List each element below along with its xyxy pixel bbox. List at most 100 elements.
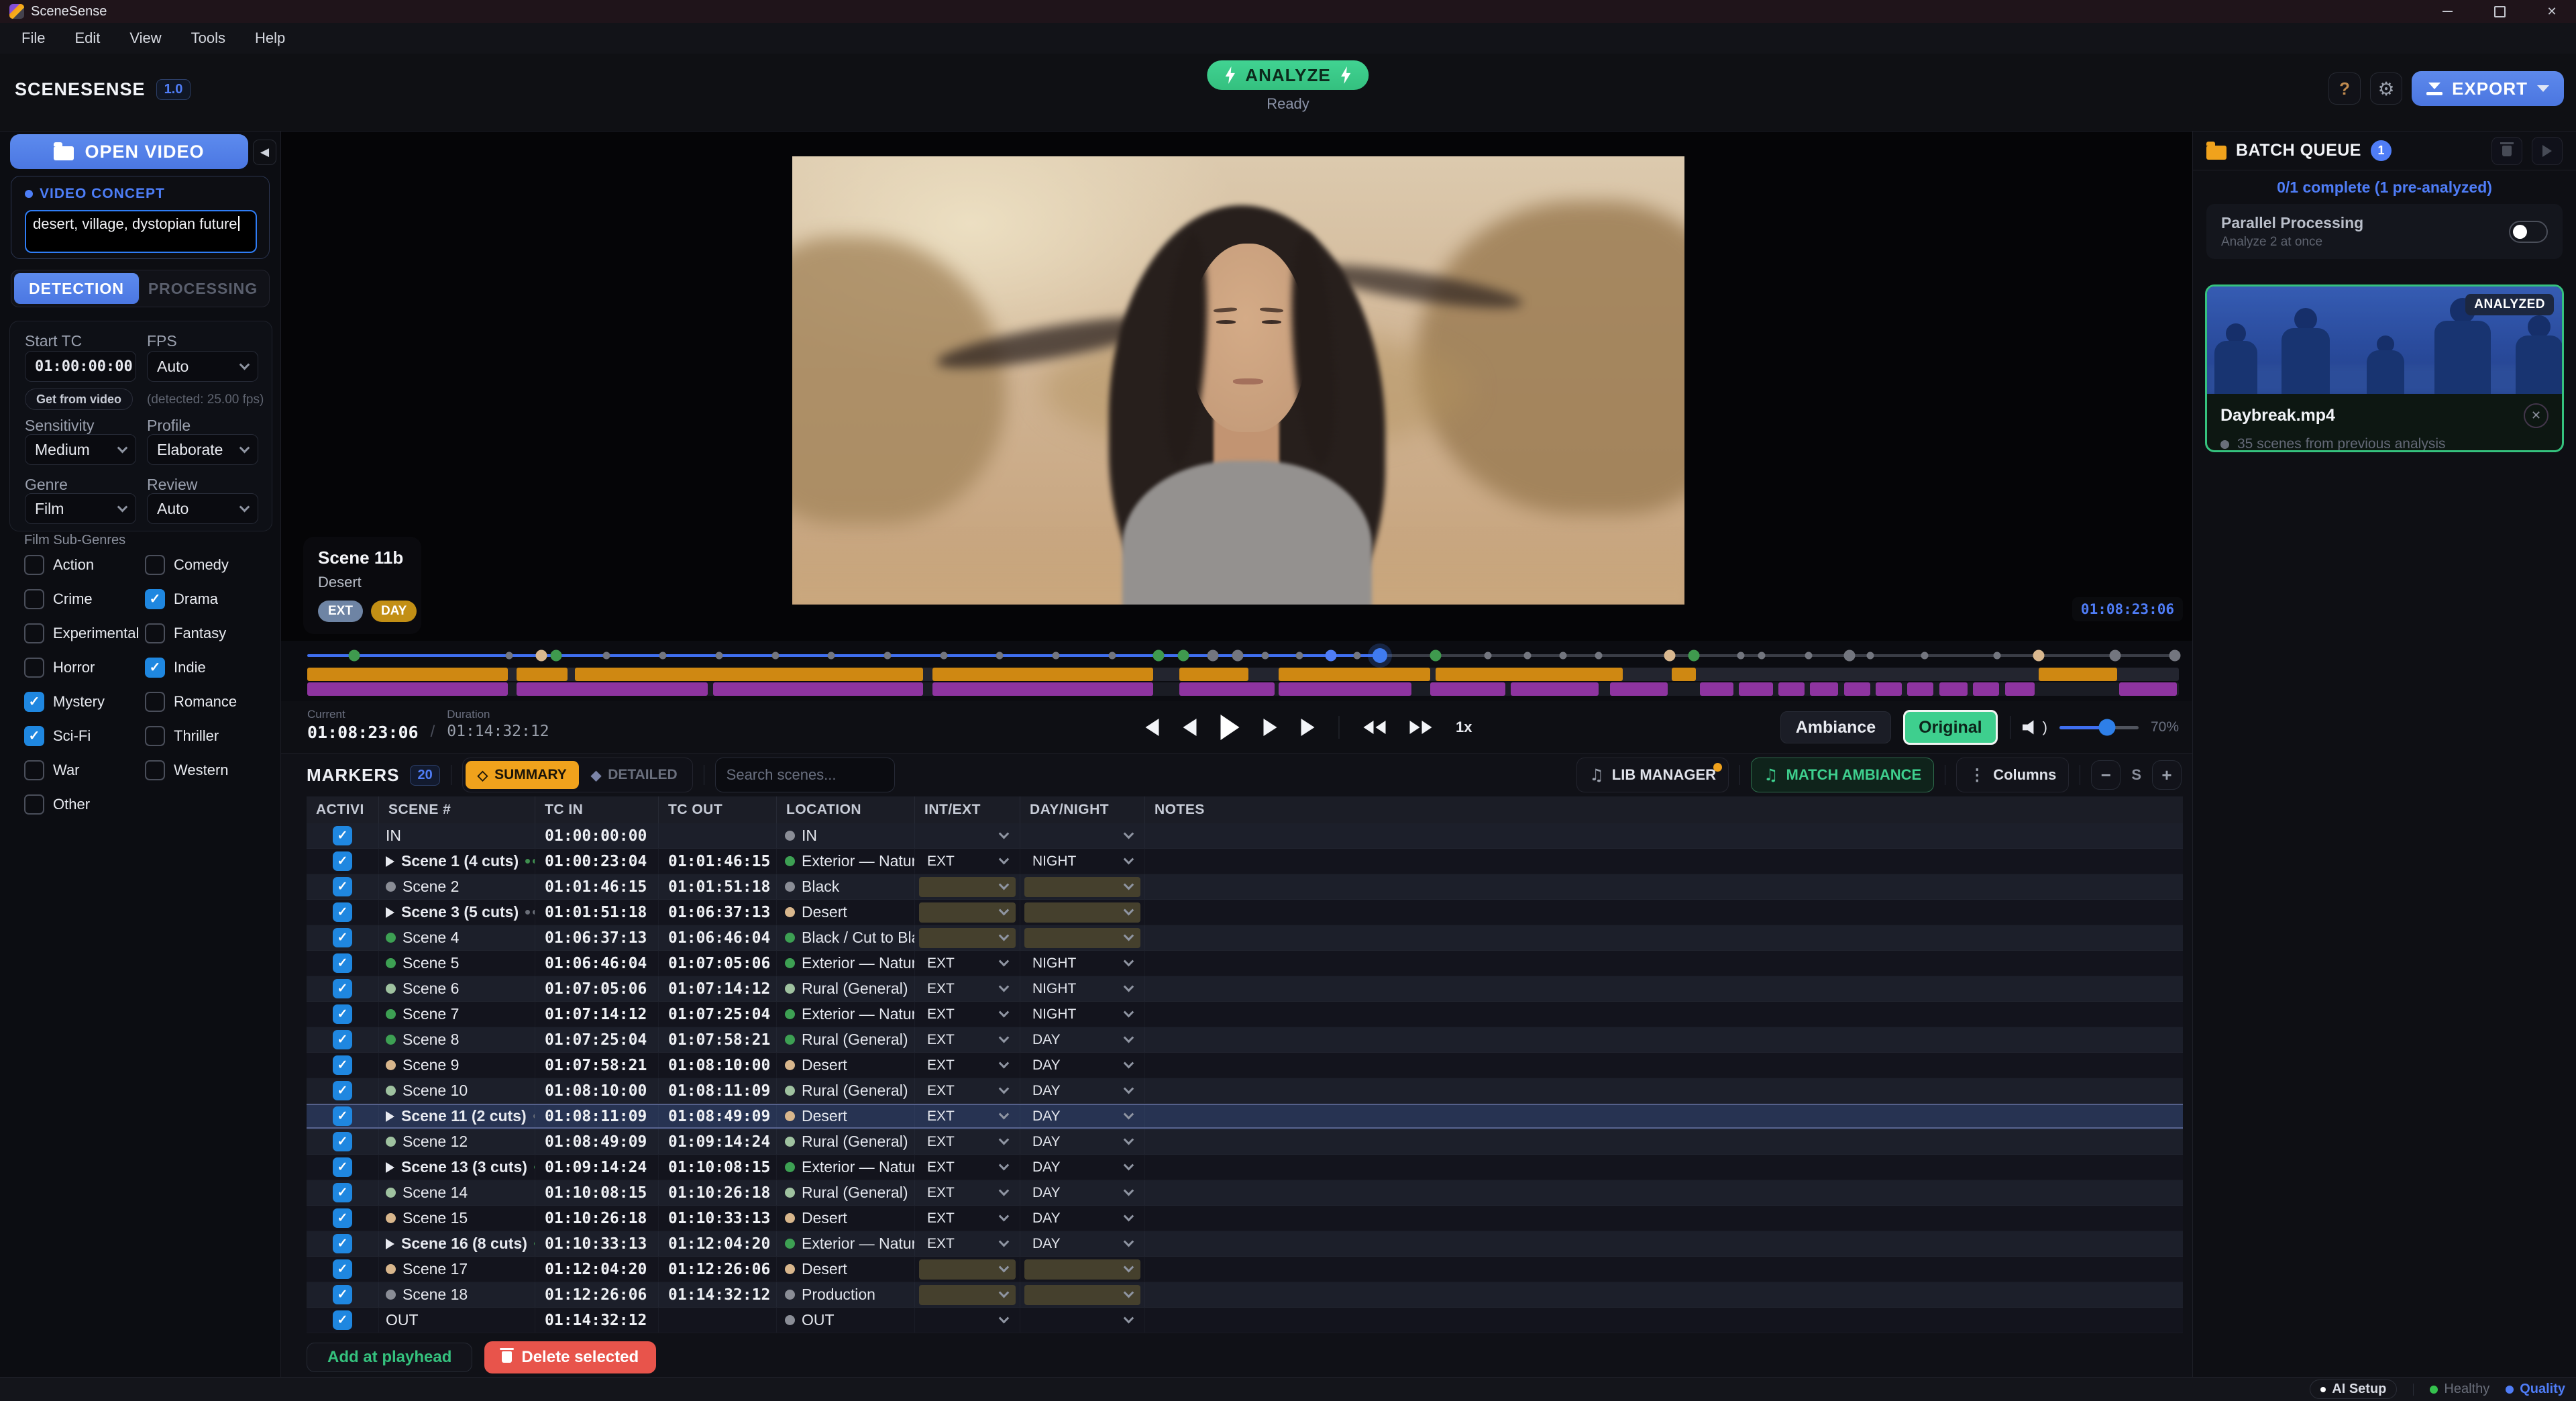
int-ext-dropdown[interactable]: EXT bbox=[919, 1234, 1016, 1254]
table-row[interactable]: Scene 1501:10:26:1801:10:33:13DesertEXTD… bbox=[307, 1206, 2183, 1231]
day-night-dropdown[interactable]: DAY bbox=[1024, 1081, 1140, 1101]
menu-item-view[interactable]: View bbox=[129, 30, 161, 47]
timeline-marker[interactable] bbox=[1843, 650, 1855, 662]
row-size-increase-button[interactable]: + bbox=[2152, 760, 2182, 790]
ambiance-segment[interactable] bbox=[1279, 668, 1430, 681]
genre-checkbox-action[interactable]: Action bbox=[24, 554, 145, 575]
table-row[interactable]: Scene 601:07:05:0601:07:14:12Rural (Gene… bbox=[307, 976, 2183, 1002]
ambiance-segment[interactable] bbox=[932, 668, 1153, 681]
playback-speed[interactable]: 1x bbox=[1456, 719, 1472, 736]
timeline-marker[interactable] bbox=[2110, 650, 2121, 662]
int-ext-dropdown[interactable]: EXT bbox=[919, 1055, 1016, 1076]
int-ext-dropdown[interactable] bbox=[919, 1285, 1016, 1305]
row-checkbox[interactable] bbox=[333, 1259, 352, 1279]
row-checkbox[interactable] bbox=[333, 1030, 352, 1049]
day-night-dropdown[interactable]: DAY bbox=[1024, 1132, 1140, 1152]
prev-marker-button[interactable] bbox=[1145, 719, 1159, 736]
column-header[interactable]: SCENE # bbox=[379, 796, 535, 823]
int-ext-dropdown[interactable] bbox=[919, 1259, 1016, 1280]
genre-checkbox-fantasy[interactable]: Fantasy bbox=[145, 623, 266, 643]
table-row[interactable]: Scene 801:07:25:0401:07:58:21Rural (Gene… bbox=[307, 1027, 2183, 1053]
day-night-dropdown[interactable]: DAY bbox=[1024, 1183, 1140, 1203]
genre-checkbox-horror[interactable]: Horror bbox=[24, 657, 145, 678]
timeline-marker[interactable] bbox=[1595, 652, 1603, 660]
menu-item-tools[interactable]: Tools bbox=[191, 30, 225, 47]
table-row[interactable]: Scene 13 (3 cuts)01:09:14:2401:10:08:15E… bbox=[307, 1155, 2183, 1180]
genre-checkbox-western[interactable]: Western bbox=[145, 760, 266, 780]
column-header[interactable]: DAY/NIGHT bbox=[1020, 796, 1145, 823]
scene-segment[interactable] bbox=[2119, 682, 2177, 696]
checkbox-checked-icon[interactable] bbox=[24, 726, 44, 746]
volume-knob[interactable] bbox=[2098, 719, 2115, 736]
day-night-dropdown[interactable]: DAY bbox=[1024, 1030, 1140, 1050]
play-button[interactable] bbox=[1220, 715, 1239, 740]
timeline-marker[interactable] bbox=[348, 650, 360, 662]
scene-segment[interactable] bbox=[307, 682, 508, 696]
row-checkbox[interactable] bbox=[333, 1285, 352, 1304]
timeline-marker[interactable] bbox=[1153, 650, 1165, 662]
ambiance-segment[interactable] bbox=[517, 668, 567, 681]
int-ext-dropdown[interactable]: EXT bbox=[919, 953, 1016, 974]
menu-item-file[interactable]: File bbox=[21, 30, 45, 47]
day-night-dropdown[interactable] bbox=[1024, 902, 1140, 923]
timeline-marker[interactable] bbox=[1688, 650, 1700, 662]
menu-item-help[interactable]: Help bbox=[255, 30, 285, 47]
notes-cell[interactable] bbox=[1145, 1104, 2183, 1129]
day-night-dropdown[interactable]: NIGHT bbox=[1024, 953, 1140, 974]
video-concept-input[interactable]: desert, village, dystopian future bbox=[25, 210, 257, 253]
checkbox-icon[interactable] bbox=[24, 623, 44, 643]
timeline-marker[interactable] bbox=[603, 652, 610, 660]
table-row[interactable]: Scene 11 (2 cuts)01:08:11:0901:08:49:09D… bbox=[307, 1104, 2183, 1129]
table-row[interactable]: Scene 3 (5 cuts)01:01:51:1801:06:37:13De… bbox=[307, 900, 2183, 925]
parallel-processing-toggle[interactable] bbox=[2509, 221, 2548, 243]
scene-segment[interactable] bbox=[932, 682, 1153, 696]
checkbox-icon[interactable] bbox=[24, 658, 44, 678]
day-night-dropdown[interactable]: DAY bbox=[1024, 1106, 1140, 1127]
timeline-marker[interactable] bbox=[1994, 652, 2001, 660]
tab-detection[interactable]: DETECTION bbox=[14, 273, 139, 304]
int-ext-dropdown[interactable]: EXT bbox=[919, 1183, 1016, 1203]
day-night-dropdown[interactable] bbox=[1024, 928, 1140, 948]
notes-cell[interactable] bbox=[1145, 1180, 2183, 1205]
int-ext-dropdown[interactable]: EXT bbox=[919, 851, 1016, 872]
table-row[interactable]: Scene 1001:08:10:0001:08:11:09Rural (Gen… bbox=[307, 1078, 2183, 1104]
column-header[interactable]: INT/EXT bbox=[915, 796, 1020, 823]
table-row[interactable]: Scene 401:06:37:1301:06:46:04Black / Cut… bbox=[307, 925, 2183, 951]
row-checkbox[interactable] bbox=[333, 877, 352, 896]
day-night-dropdown[interactable]: DAY bbox=[1024, 1234, 1140, 1254]
genre-checkbox-sci-fi[interactable]: Sci-Fi bbox=[24, 725, 145, 746]
timeline-marker[interactable] bbox=[1866, 652, 1874, 660]
timeline-marker[interactable] bbox=[715, 652, 722, 660]
day-night-dropdown[interactable]: DAY bbox=[1024, 1055, 1140, 1076]
checkbox-icon[interactable] bbox=[24, 794, 44, 815]
sensitivity-select[interactable]: Medium bbox=[25, 434, 136, 465]
step-forward-button[interactable] bbox=[1263, 719, 1277, 736]
ambiance-segment[interactable] bbox=[1672, 668, 1696, 681]
notes-cell[interactable] bbox=[1145, 1231, 2183, 1256]
scene-segment[interactable] bbox=[1739, 682, 1772, 696]
genre-checkbox-crime[interactable]: Crime bbox=[24, 588, 145, 609]
timeline-marker[interactable] bbox=[771, 652, 779, 660]
row-checkbox[interactable] bbox=[333, 1234, 352, 1253]
expand-arrow-icon[interactable] bbox=[386, 1111, 394, 1122]
timeline-marker[interactable] bbox=[1758, 652, 1765, 660]
timeline-marker[interactable] bbox=[1485, 652, 1492, 660]
table-row[interactable]: IN01:00:00:00IN bbox=[307, 823, 2183, 849]
day-night-dropdown[interactable]: DAY bbox=[1024, 1208, 1140, 1229]
notes-cell[interactable] bbox=[1145, 1053, 2183, 1078]
tab-detailed[interactable]: ◆ DETAILED bbox=[579, 767, 690, 784]
day-night-dropdown[interactable] bbox=[1024, 1310, 1140, 1331]
timeline-marker[interactable] bbox=[1560, 652, 1567, 660]
genre-select[interactable]: Film bbox=[25, 493, 136, 524]
notes-cell[interactable] bbox=[1145, 1282, 2183, 1307]
timeline-marker[interactable] bbox=[996, 652, 1004, 660]
table-row[interactable]: Scene 1401:10:08:1501:10:26:18Rural (Gen… bbox=[307, 1180, 2183, 1206]
lib-manager-button[interactable]: ♫ LIB MANAGER bbox=[1576, 758, 1729, 792]
genre-checkbox-mystery[interactable]: Mystery bbox=[24, 691, 145, 712]
scene-segment[interactable] bbox=[1700, 682, 1733, 696]
day-night-dropdown[interactable] bbox=[1024, 1285, 1140, 1305]
int-ext-dropdown[interactable]: EXT bbox=[919, 1157, 1016, 1178]
genre-checkbox-comedy[interactable]: Comedy bbox=[145, 554, 266, 575]
int-ext-dropdown[interactable]: EXT bbox=[919, 1208, 1016, 1229]
scene-segment[interactable] bbox=[1844, 682, 1870, 696]
